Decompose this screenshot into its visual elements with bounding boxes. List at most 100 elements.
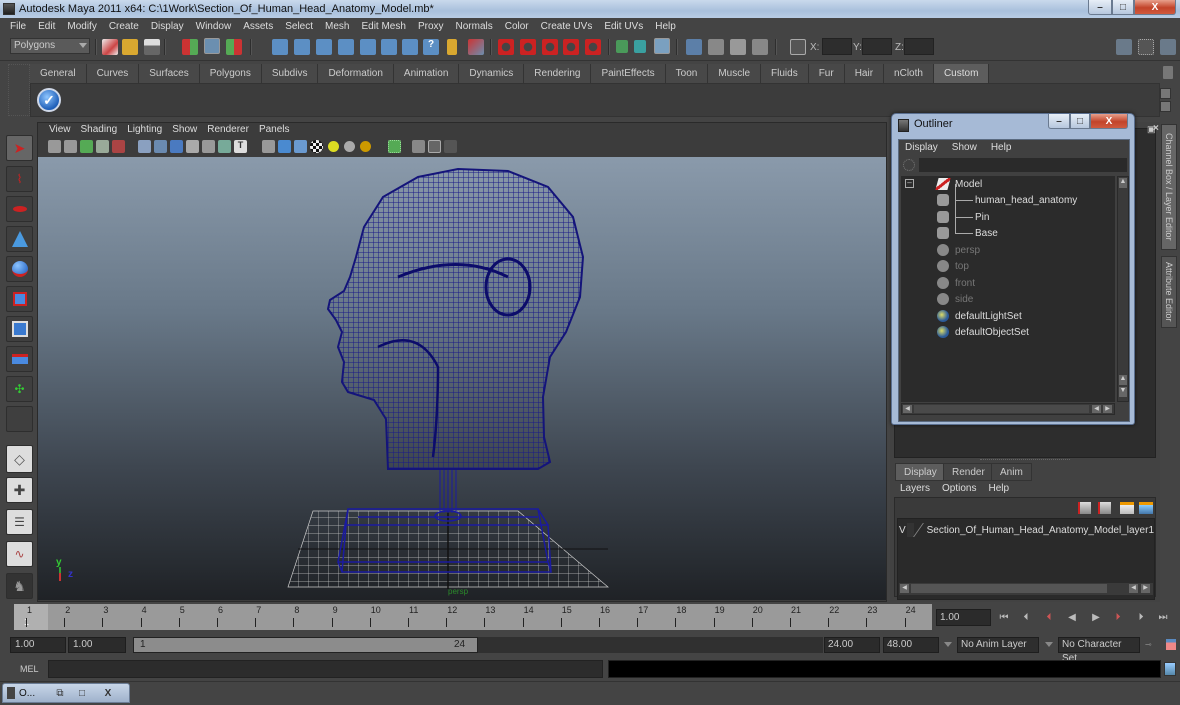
resolution-gate-icon[interactable] bbox=[388, 140, 401, 153]
show-manipulator-tool[interactable]: ✣ bbox=[6, 376, 33, 402]
minimized-close-button[interactable]: X bbox=[93, 688, 123, 699]
play-forwards-button[interactable]: ▶ bbox=[1090, 612, 1102, 624]
camera-gate-icon[interactable] bbox=[412, 140, 425, 153]
shelf-tab-surfaces[interactable]: Surfaces bbox=[139, 64, 200, 83]
perspective-viewport[interactable]: persp y z bbox=[38, 157, 886, 600]
close-button[interactable]: X bbox=[1134, 0, 1176, 15]
tab-channel-box-layer-editor[interactable]: Channel Box / Layer Editor bbox=[1161, 124, 1177, 250]
snap-to-point-icon[interactable] bbox=[542, 39, 558, 55]
rotate-tool[interactable] bbox=[6, 256, 33, 282]
shelf-menu-handle[interactable] bbox=[8, 64, 30, 116]
menu-edit[interactable]: Edit bbox=[32, 21, 61, 32]
persp-outliner-layout[interactable]: ☰ bbox=[6, 509, 33, 535]
select-dynamics-icon[interactable] bbox=[381, 39, 397, 55]
lock-selection-icon[interactable] bbox=[447, 39, 457, 55]
outliner-horizontal-scrollbar[interactable]: ◀ ◀ ▶ bbox=[901, 403, 1115, 415]
scroll-left-icon[interactable]: ◀ bbox=[1092, 405, 1101, 413]
shelf-tab-fur[interactable]: Fur bbox=[808, 64, 845, 83]
outliner-vertical-scrollbar[interactable]: ▲ ▲ ▼ bbox=[1117, 176, 1129, 402]
hypershade-icon[interactable] bbox=[752, 39, 768, 55]
scroll-left-icon[interactable]: ◀ bbox=[900, 584, 909, 593]
outliner-item-base[interactable]: Base bbox=[937, 225, 998, 241]
menu-edit-mesh[interactable]: Edit Mesh bbox=[355, 21, 411, 32]
select-misc-icon[interactable]: ? bbox=[423, 39, 439, 55]
menu-create-uvs[interactable]: Create UVs bbox=[535, 21, 599, 32]
go-to-end-button[interactable]: ⏭ bbox=[1157, 612, 1169, 624]
paint-select-tool[interactable] bbox=[6, 196, 33, 222]
layer-tab-render[interactable]: Render bbox=[943, 463, 994, 481]
layer-horizontal-scrollbar[interactable]: ◀ ◀ ▶ bbox=[899, 583, 1153, 595]
last-used-tool[interactable] bbox=[6, 406, 33, 432]
scroll-right-icon[interactable]: ▶ bbox=[1103, 405, 1112, 413]
select-by-component-icon[interactable] bbox=[226, 39, 242, 55]
film-gate-icon[interactable] bbox=[112, 140, 125, 153]
create-empty-layer-icon[interactable] bbox=[1120, 502, 1134, 514]
select-handles-icon[interactable] bbox=[272, 39, 288, 55]
highlight-selection-icon[interactable] bbox=[468, 39, 484, 55]
layer-tab-display[interactable]: Display bbox=[895, 463, 946, 481]
transform-input-icon[interactable] bbox=[790, 39, 806, 55]
shelf-tab-custom[interactable]: Custom bbox=[933, 64, 990, 83]
step-back-key-button[interactable]: ⏴ bbox=[1043, 612, 1055, 624]
animation-preferences-icon[interactable] bbox=[1165, 638, 1177, 651]
shaded-icon[interactable] bbox=[170, 140, 183, 153]
step-forward-key-button[interactable]: ⏵ bbox=[1112, 612, 1124, 624]
open-scene-icon[interactable] bbox=[122, 39, 138, 55]
outliner-menu-show[interactable]: Show bbox=[952, 142, 977, 153]
shelf-tab-general[interactable]: General bbox=[30, 64, 87, 83]
snap-to-view-plane-icon[interactable] bbox=[563, 39, 579, 55]
key-icon[interactable]: ⊸ bbox=[1145, 640, 1155, 649]
four-view-layout[interactable]: ✚ bbox=[6, 477, 33, 503]
viewport-menu-show[interactable]: Show bbox=[167, 124, 202, 135]
textured-icon[interactable] bbox=[218, 140, 231, 153]
select-camera-icon[interactable] bbox=[48, 140, 61, 153]
select-surfaces-icon[interactable] bbox=[338, 39, 354, 55]
menuset-dropdown[interactable]: Polygons bbox=[10, 38, 90, 54]
flat-shade-icon[interactable] bbox=[186, 140, 199, 153]
range-slider[interactable]: 1 24 bbox=[133, 637, 478, 653]
outliner-menu-display[interactable]: Display bbox=[905, 142, 938, 153]
viewport-menu-view[interactable]: View bbox=[44, 124, 76, 135]
step-forward-frame-button[interactable]: ⏵ bbox=[1135, 612, 1147, 624]
outliner-item-top[interactable]: top bbox=[937, 258, 969, 274]
all-lights-icon[interactable] bbox=[344, 141, 355, 152]
outliner-item-side[interactable]: side bbox=[937, 291, 973, 307]
scroll-left-icon[interactable]: ◀ bbox=[1129, 584, 1138, 593]
grid-toggle-icon[interactable] bbox=[96, 140, 109, 153]
scroll-right-icon[interactable]: ▶ bbox=[1141, 584, 1150, 593]
maya-logo-button[interactable]: ♞ bbox=[6, 573, 33, 599]
shelf-tab-curves[interactable]: Curves bbox=[86, 64, 140, 83]
mel-command-input[interactable] bbox=[48, 660, 603, 678]
scrollbar-thumb[interactable] bbox=[911, 584, 1107, 593]
viewport-menu-lighting[interactable]: Lighting bbox=[122, 124, 167, 135]
safe-action-icon[interactable] bbox=[428, 140, 441, 153]
menu-normals[interactable]: Normals bbox=[450, 21, 499, 32]
layer-type-toggle[interactable] bbox=[906, 523, 914, 537]
shelf-tab-subdivs[interactable]: Subdivs bbox=[261, 64, 319, 83]
use-default-material-icon[interactable] bbox=[278, 140, 291, 153]
shelf-tab-painteffects[interactable]: PaintEffects bbox=[591, 64, 666, 83]
select-deformations-icon[interactable] bbox=[360, 39, 376, 55]
menu-edit-uvs[interactable]: Edit UVs bbox=[598, 21, 649, 32]
layer-menu-layers[interactable]: Layers bbox=[900, 483, 930, 494]
time-slider[interactable]: 1 12345678910111213141516171819202122232… bbox=[14, 604, 932, 630]
shelf-tab-hair[interactable]: Hair bbox=[844, 64, 885, 83]
wireframe-mode-icon[interactable] bbox=[138, 140, 151, 153]
trash-icon[interactable] bbox=[1163, 66, 1173, 79]
image-plane-icon[interactable] bbox=[80, 140, 93, 153]
shelf-tab-rendering[interactable]: Rendering bbox=[524, 64, 592, 83]
tab-attribute-editor[interactable]: Attribute Editor bbox=[1161, 256, 1177, 328]
menu-window[interactable]: Window bbox=[190, 21, 238, 32]
outliner-minimize-button[interactable]: – bbox=[1048, 114, 1070, 129]
move-layer-down-icon[interactable] bbox=[1098, 502, 1111, 514]
universal-manipulator-tool[interactable] bbox=[6, 316, 33, 342]
viewport-menu-panels[interactable]: Panels bbox=[254, 124, 295, 135]
menu-select[interactable]: Select bbox=[279, 21, 319, 32]
select-rendering-icon[interactable] bbox=[402, 39, 418, 55]
animation-start-time-field[interactable]: 1.00 bbox=[10, 637, 66, 653]
menu-create[interactable]: Create bbox=[103, 21, 145, 32]
x-input[interactable] bbox=[822, 38, 852, 55]
camera-attributes-icon[interactable] bbox=[64, 140, 77, 153]
z-input[interactable] bbox=[904, 38, 934, 55]
shelf-tab-fluids[interactable]: Fluids bbox=[761, 64, 809, 83]
